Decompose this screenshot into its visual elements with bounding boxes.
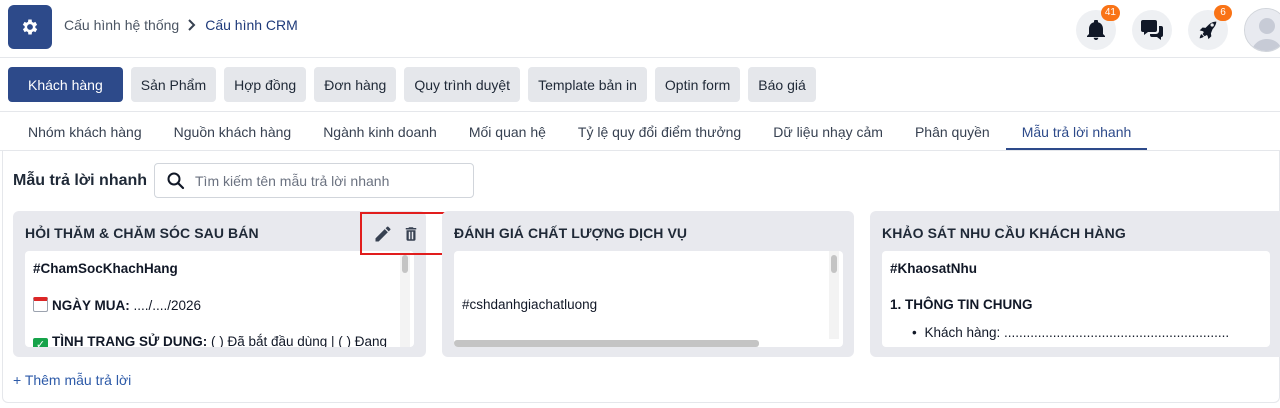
module-tab-hop-dong[interactable]: Hợp đồng: [224, 67, 307, 102]
module-tab-bao-gia[interactable]: Báo giá: [748, 67, 816, 102]
card-content: #ChamSocKhachHang NGÀY MUA: ..../..../20…: [25, 251, 414, 347]
purchase-date-value: ..../..../2026: [129, 298, 202, 314]
card-actions-highlight: [360, 212, 447, 255]
purchase-date-label: NGÀY MUA:: [52, 298, 130, 314]
module-tab-template-ban-in[interactable]: Template bản in: [528, 67, 647, 102]
scrollbar[interactable]: [829, 251, 839, 339]
module-tab-san-pham[interactable]: Sản Phẩm: [130, 67, 217, 102]
edit-button[interactable]: [372, 223, 394, 245]
usage-status-label: TÌNH TRẠNG SỬ DỤNG:: [52, 334, 208, 347]
card-hashtag: #cshdanhgiachatluong: [462, 297, 598, 312]
card-preview[interactable]: #ChamSocKhachHang NGÀY MUA: ..../..../20…: [25, 251, 414, 347]
chat-button[interactable]: [1132, 10, 1172, 50]
card-line: ✓ TÌNH TRẠNG SỬ DỤNG: ( ) Đã bắt đầu dùng…: [33, 334, 406, 347]
card-preview[interactable]: #KhaosatNhu 1. THÔNG TIN CHUNG • Khách h…: [882, 251, 1270, 347]
rocket-badge: 6: [1214, 5, 1232, 21]
module-tab-khach-hang[interactable]: Khách hàng: [8, 67, 123, 102]
user-avatar-icon: [1245, 9, 1280, 51]
search-input[interactable]: [195, 172, 465, 189]
card-bullet: • Khách hàng: ..........................…: [912, 325, 1230, 341]
horizontal-scrollbar-thumb[interactable]: [454, 340, 759, 347]
page-title: Mẫu trả lời nhanh: [13, 172, 148, 189]
pencil-icon: [375, 225, 391, 241]
card-bullet-text: Khách hàng: ............................…: [924, 325, 1230, 341]
breadcrumb: Cấu hình hệ thống Cấu hình CRM: [64, 17, 298, 33]
scrollbar-thumb[interactable]: [831, 255, 837, 273]
module-tab-don-hang[interactable]: Đơn hàng: [314, 67, 397, 102]
usage-status-value: ( ) Đã bắt đầu dùng | ( ) Đang: [207, 334, 388, 347]
card-hashtag: #KhaosatNhu: [890, 261, 978, 276]
notifications-badge: 41: [1100, 5, 1120, 21]
rocket-icon: [1199, 21, 1217, 40]
tab-nganh-kinh-doanh[interactable]: Ngành kinh doanh: [307, 116, 453, 150]
sub-tabs: Nhóm khách hàng Nguồn khách hàng Ngành k…: [12, 116, 1148, 150]
module-tab-optin-form[interactable]: Optin form: [654, 67, 741, 102]
card-content: #cshdanhgiachatluong: [454, 251, 843, 343]
card-heading: 1. THÔNG TIN CHUNG: [890, 297, 1033, 313]
tab-phan-quyen[interactable]: Phân quyền: [899, 116, 1006, 150]
chat-icon: [1141, 20, 1163, 40]
tab-ty-le-quy-doi[interactable]: Tỷ lệ quy đổi điểm thưởng: [562, 116, 757, 150]
check-icon: ✓: [33, 338, 48, 347]
tab-nguon-khach-hang[interactable]: Nguồn khách hàng: [158, 116, 308, 150]
settings-button[interactable]: [8, 5, 52, 49]
card-preview[interactable]: #cshdanhgiachatluong: [454, 251, 843, 347]
calendar-icon: [33, 297, 48, 313]
card-content: #KhaosatNhu 1. THÔNG TIN CHUNG • Khách h…: [882, 251, 1270, 347]
tab-mau-tra-loi-nhanh[interactable]: Mẫu trả lời nhanh: [1005, 116, 1148, 150]
quick-reply-card[interactable]: ĐÁNH GIÁ CHẤT LƯỢNG DỊCH VỤ #cshdanhgiac…: [442, 211, 854, 357]
module-tabs: Khách hàng Sản Phẩm Hợp đồng Đơn hàng Qu…: [8, 67, 816, 102]
tab-nhom-khach-hang[interactable]: Nhóm khách hàng: [12, 116, 158, 150]
scrollbar[interactable]: [400, 251, 410, 347]
scrollbar-thumb[interactable]: [402, 255, 408, 273]
tab-moi-quan-he[interactable]: Mối quan hệ: [453, 116, 562, 150]
search-box: [154, 163, 474, 198]
search-icon: [167, 172, 185, 189]
trash-icon: [405, 226, 417, 241]
avatar[interactable]: [1244, 8, 1280, 52]
tab-du-lieu-nhay-cam[interactable]: Dữ liệu nhạy cảm: [757, 116, 899, 150]
breadcrumb-parent[interactable]: Cấu hình hệ thống: [64, 17, 179, 33]
divider: [0, 111, 1280, 112]
delete-button[interactable]: [400, 223, 422, 245]
quick-reply-card[interactable]: KHẢO SÁT NHU CẦU KHÁCH HÀNG #KhaosatNhu …: [870, 211, 1280, 357]
gear-icon: [22, 19, 38, 35]
top-header: Cấu hình hệ thống Cấu hình CRM 41 6: [0, 0, 1280, 58]
module-tab-quy-trinh-duyet[interactable]: Quy trình duyệt: [404, 67, 521, 102]
card-title: HỎI THĂM & CHĂM SÓC SAU BÁN: [25, 225, 259, 241]
card-title: KHẢO SÁT NHU CẦU KHÁCH HÀNG: [882, 225, 1126, 241]
add-quick-reply-link[interactable]: + Thêm mẫu trả lời: [13, 372, 131, 388]
rocket-button[interactable]: 6: [1188, 5, 1232, 50]
card-hashtag: #ChamSocKhachHang: [33, 261, 178, 276]
card-line: NGÀY MUA: ..../..../2026: [33, 297, 406, 314]
bell-icon: [1087, 20, 1105, 40]
notifications-button[interactable]: 41: [1076, 5, 1120, 50]
chevron-right-icon: [187, 19, 197, 31]
breadcrumb-current: Cấu hình CRM: [205, 17, 298, 33]
card-title: ĐÁNH GIÁ CHẤT LƯỢNG DỊCH VỤ: [454, 225, 688, 241]
